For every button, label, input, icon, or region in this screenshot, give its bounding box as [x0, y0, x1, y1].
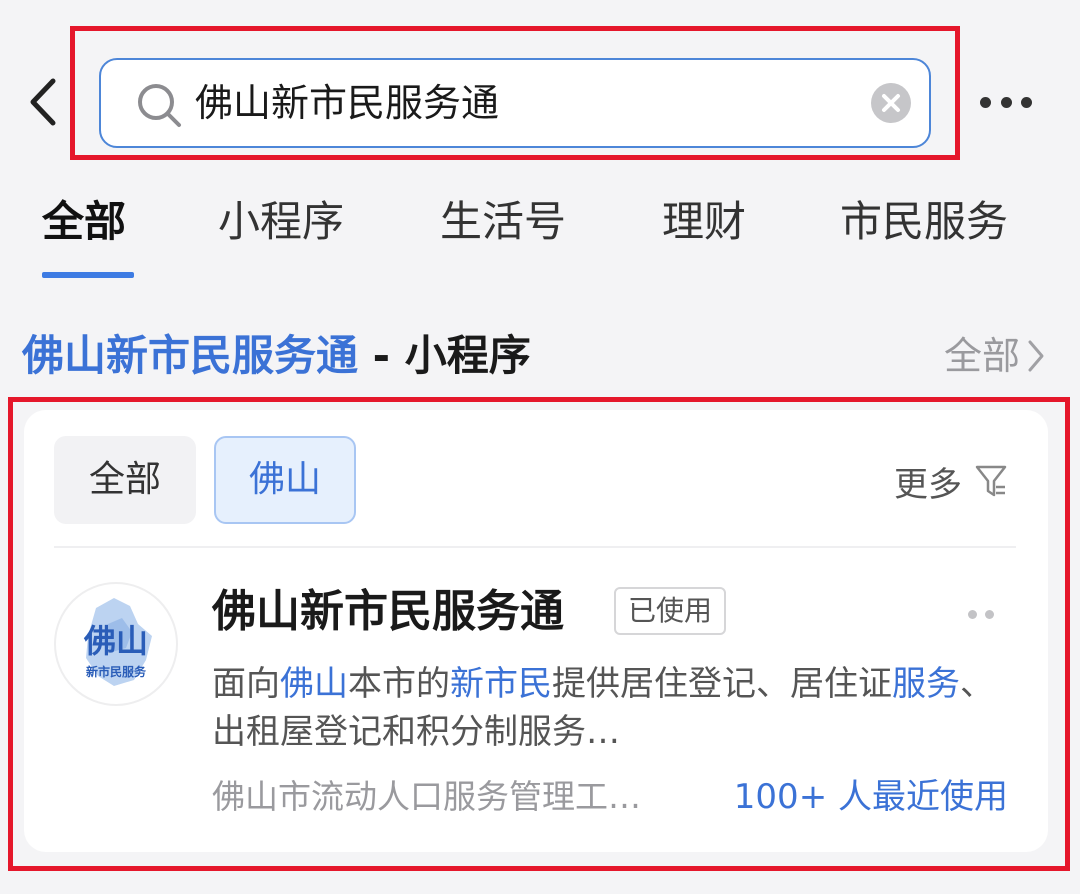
tab-life-account[interactable]: 生活号: [440, 186, 566, 282]
app-provider: 佛山市流动人口服务管理工…: [212, 777, 641, 816]
foshan-map-logo-icon: 佛山 新市民服务: [83, 598, 152, 686]
card-divider: [54, 546, 1016, 548]
more-dots-icon[interactable]: [980, 84, 1032, 120]
result-card: 全部 佛山 更多 佛山 新市民服务 佛山新市民服务通 已使用 面向佛山本市的新市…: [24, 410, 1048, 852]
app-logo-subtext: 新市民服务: [86, 664, 147, 679]
used-badge: 已使用: [614, 587, 727, 635]
desc-part: 提供居住登记、居住证: [552, 664, 892, 704]
app-logo-text: 佛山: [83, 622, 148, 660]
desc-part: 本市的: [348, 664, 450, 704]
section-title-suffix: - 小程序: [358, 331, 531, 380]
search-icon: [138, 84, 181, 127]
active-tab-indicator: [42, 272, 134, 278]
desc-keyword: 佛山: [280, 664, 348, 704]
section-title-keyword: 佛山新市民服务通: [22, 331, 359, 380]
chevron-left-icon: [30, 78, 56, 126]
app-usage-count: 100+ 人最近使用: [733, 777, 1008, 817]
filter-chip-foshan[interactable]: 佛山: [214, 436, 356, 524]
filter-chip-all[interactable]: 全部: [54, 436, 196, 524]
search-box[interactable]: [99, 58, 931, 148]
filter-more-button[interactable]: 更多: [894, 456, 1008, 506]
tab-all[interactable]: 全部: [42, 186, 126, 282]
tab-mini-program[interactable]: 小程序: [218, 186, 344, 282]
chevron-right-icon: [1028, 340, 1044, 372]
filter-more-label: 更多: [894, 464, 962, 505]
desc-part: 面向: [212, 664, 280, 704]
desc-keyword: 新市民: [450, 664, 552, 704]
app-name[interactable]: 佛山新市民服务通: [212, 582, 564, 642]
filter-icon: [975, 465, 1007, 497]
clear-icon[interactable]: [871, 83, 911, 123]
tab-citizen-service[interactable]: 市民服务: [840, 186, 1008, 282]
card-menu-icon[interactable]: [968, 610, 994, 620]
section-all-label: 全部: [943, 334, 1020, 378]
app-logo[interactable]: 佛山 新市民服务: [54, 582, 178, 706]
search-input[interactable]: [195, 60, 855, 146]
section-title: 佛山新市民服务通 - 小程序: [22, 326, 531, 386]
result-tabs: 全部 小程序 生活号 理财 市民服务: [0, 186, 1080, 282]
tab-finance[interactable]: 理财: [662, 186, 746, 282]
desc-keyword: 服务: [892, 664, 960, 704]
section-all-link[interactable]: 全部: [944, 330, 1046, 382]
back-button[interactable]: [22, 74, 62, 130]
app-description: 面向佛山本市的新市民提供居住登记、居住证服务、出租屋登记和积分制服务…: [212, 660, 1012, 756]
